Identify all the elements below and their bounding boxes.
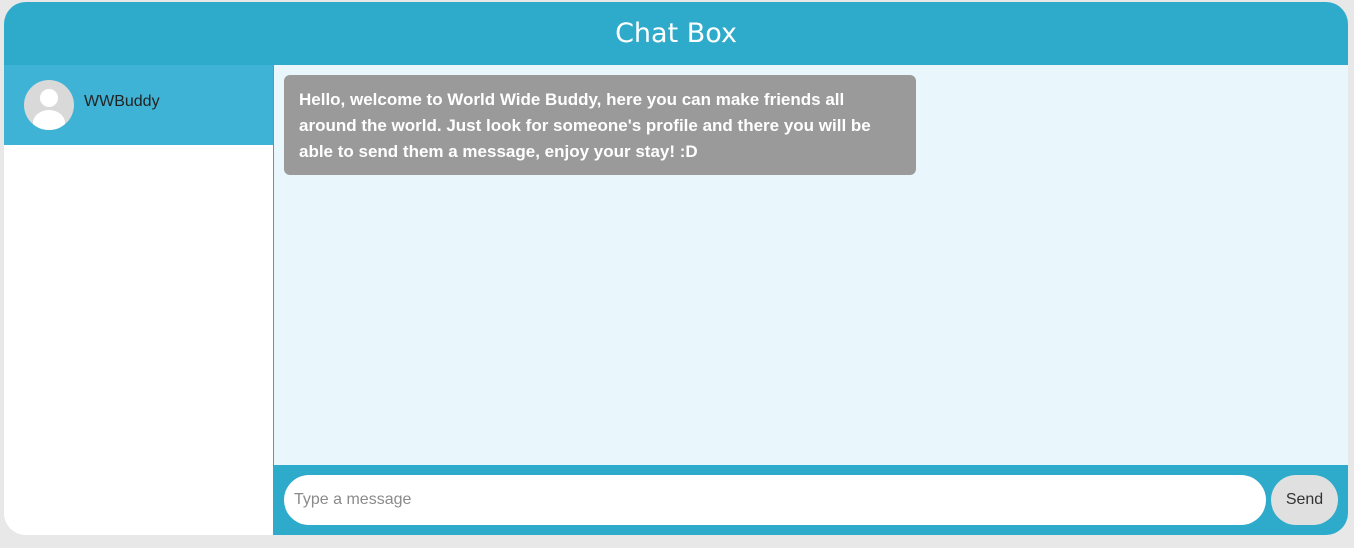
contact-item-wwbuddy[interactable]: WWBuddy [4,65,273,145]
message-input[interactable] [284,475,1266,525]
avatar-head-shape [40,89,58,107]
chat-header-title: Chat Box [4,2,1348,65]
message-bubble: Hello, welcome to World Wide Buddy, here… [284,75,916,175]
send-button[interactable]: Send [1271,475,1338,525]
chat-window: Chat Box WWBuddy Hello, welcome to World… [4,2,1348,535]
message-area: Hello, welcome to World Wide Buddy, here… [274,65,1348,465]
message-composer: Send [274,465,1348,535]
avatar-body-shape [33,110,65,130]
contact-name: WWBuddy [84,93,160,110]
user-avatar-icon [24,80,74,130]
contacts-sidebar: WWBuddy [4,65,274,535]
